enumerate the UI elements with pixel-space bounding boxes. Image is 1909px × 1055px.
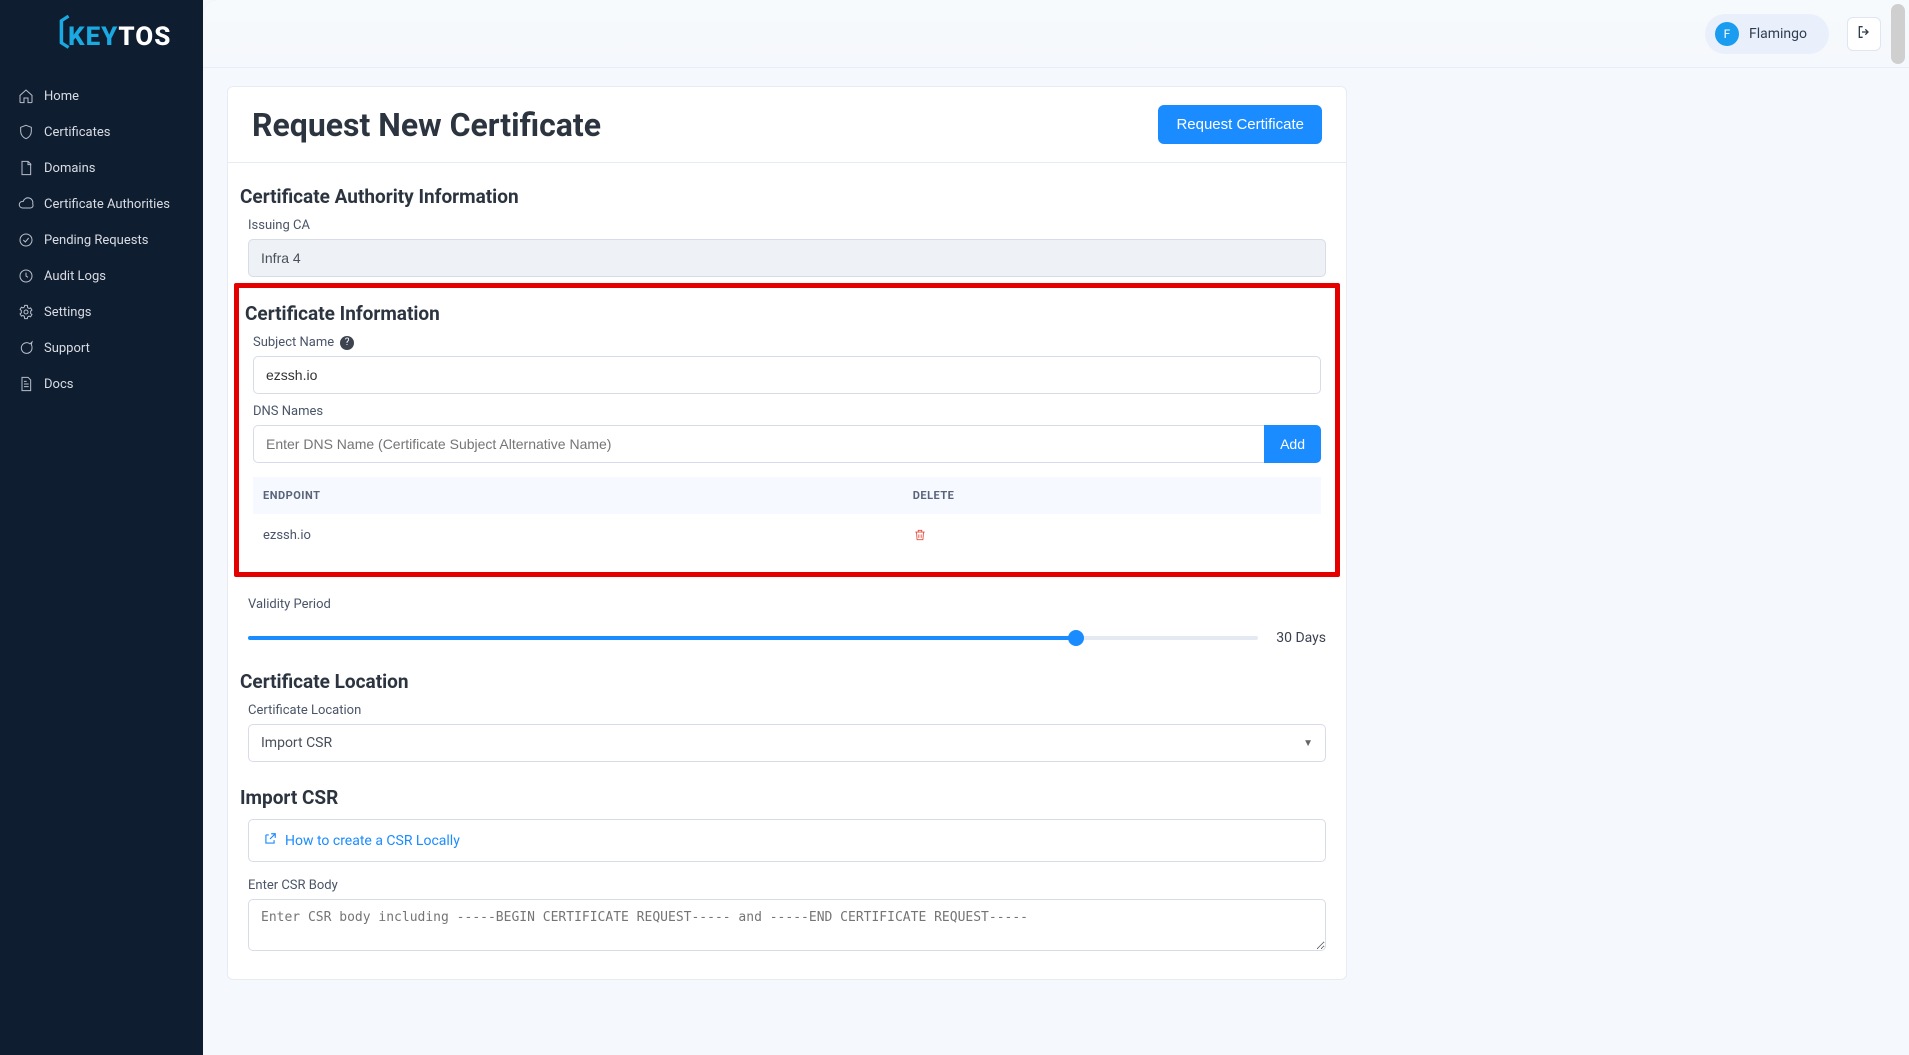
location-section-title: Certificate Location (236, 670, 1340, 693)
validity-label: Validity Period (248, 597, 1340, 612)
slider-track[interactable] (248, 636, 1258, 640)
logo-tos: TOS (118, 22, 171, 52)
logo: 〔 KEYTOS (0, 0, 203, 74)
ca-info-section-title: Certificate Authority Information (236, 185, 1340, 208)
certificate-request-card: Request New Certificate Request Certific… (227, 86, 1347, 980)
csr-body-label: Enter CSR Body (248, 878, 1340, 893)
external-link-icon (263, 831, 277, 850)
dns-name-input[interactable] (253, 425, 1264, 463)
card-header: Request New Certificate Request Certific… (228, 87, 1346, 163)
how-to-csr-link[interactable]: How to create a CSR Locally (285, 833, 460, 849)
validity-value: 30 Days (1276, 630, 1326, 646)
topbar: F Flamingo (203, 0, 1909, 68)
document-icon (18, 160, 34, 176)
chevron-down-icon: ▼ (1303, 738, 1313, 749)
chat-icon (18, 340, 34, 356)
col-endpoint: ENDPOINT (263, 489, 913, 502)
location-field-label: Certificate Location (248, 703, 1340, 718)
scrollbar[interactable] (1891, 4, 1905, 64)
issuing-ca-label: Issuing CA (248, 218, 1340, 233)
logout-icon (1856, 24, 1872, 44)
sidebar-item-pending-requests[interactable]: Pending Requests (0, 222, 203, 258)
select-value: Import CSR (261, 735, 332, 751)
slider-thumb[interactable] (1068, 630, 1084, 646)
validity-slider[interactable]: 30 Days (248, 630, 1326, 646)
user-menu[interactable]: F Flamingo (1705, 14, 1829, 54)
sidebar-item-label: Certificate Authorities (44, 197, 170, 212)
help-icon[interactable]: ? (340, 336, 354, 350)
sidebar-item-label: Home (44, 89, 79, 104)
cert-info-section-title: Certificate Information (241, 302, 1335, 325)
delete-row-button[interactable] (913, 531, 927, 546)
subject-name-label: Subject Name ? (253, 335, 1335, 350)
sidebar-item-label: Support (44, 341, 90, 356)
add-dns-button[interactable]: Add (1264, 425, 1321, 463)
content: Request New Certificate Request Certific… (203, 68, 1909, 1055)
sidebar-item-certificates[interactable]: Certificates (0, 114, 203, 150)
user-name: Flamingo (1749, 26, 1807, 42)
table-row: ezssh.io (253, 514, 1321, 556)
sidebar-item-home[interactable]: Home (0, 78, 203, 114)
subject-name-label-text: Subject Name (253, 335, 334, 350)
csr-body-textarea[interactable] (248, 899, 1326, 951)
request-certificate-button[interactable]: Request Certificate (1158, 105, 1322, 144)
file-icon (18, 376, 34, 392)
issuing-ca-field (248, 239, 1326, 277)
gear-icon (18, 304, 34, 320)
logo-key: KEY (68, 22, 118, 52)
shield-icon (18, 124, 34, 140)
check-circle-icon (18, 232, 34, 248)
sidebar-item-label: Audit Logs (44, 269, 106, 284)
trash-icon (913, 531, 927, 546)
sidebar-item-certificate-authorities[interactable]: Certificate Authorities (0, 186, 203, 222)
subject-name-input[interactable] (253, 356, 1321, 394)
page-title: Request New Certificate (252, 106, 601, 144)
certificate-info-highlight: Certificate Information Subject Name ? D… (234, 283, 1340, 577)
sidebar-item-label: Docs (44, 377, 73, 392)
main-area: F Flamingo Request New Certificate Reque… (203, 0, 1909, 1055)
sidebar-item-support[interactable]: Support (0, 330, 203, 366)
sidebar-item-label: Domains (44, 161, 95, 176)
sidebar-item-docs[interactable]: Docs (0, 366, 203, 402)
certificate-location-select[interactable]: Import CSR ▼ (248, 724, 1326, 762)
sidebar-item-label: Settings (44, 305, 91, 320)
cloud-icon (18, 196, 34, 212)
endpoint-cell: ezssh.io (263, 528, 913, 546)
clock-icon (18, 268, 34, 284)
import-csr-section-title: Import CSR (236, 786, 1340, 809)
dns-table-header: ENDPOINT DELETE (253, 477, 1321, 514)
logo-bracket-icon: 〔 (36, 21, 71, 48)
sidebar: 〔 KEYTOS Home Certificates Domains Certi… (0, 0, 203, 1055)
dns-names-label: DNS Names (253, 404, 1335, 419)
sidebar-item-label: Pending Requests (44, 233, 148, 248)
col-delete: DELETE (913, 489, 1311, 502)
sidebar-item-domains[interactable]: Domains (0, 150, 203, 186)
avatar: F (1715, 22, 1739, 46)
sidebar-item-audit-logs[interactable]: Audit Logs (0, 258, 203, 294)
dns-table: ENDPOINT DELETE ezssh.io (253, 477, 1321, 556)
sidebar-item-settings[interactable]: Settings (0, 294, 203, 330)
logout-button[interactable] (1847, 17, 1881, 51)
how-to-csr-link-box: How to create a CSR Locally (248, 819, 1326, 862)
sidebar-nav: Home Certificates Domains Certificate Au… (0, 74, 203, 402)
home-icon (18, 88, 34, 104)
sidebar-item-label: Certificates (44, 125, 110, 140)
